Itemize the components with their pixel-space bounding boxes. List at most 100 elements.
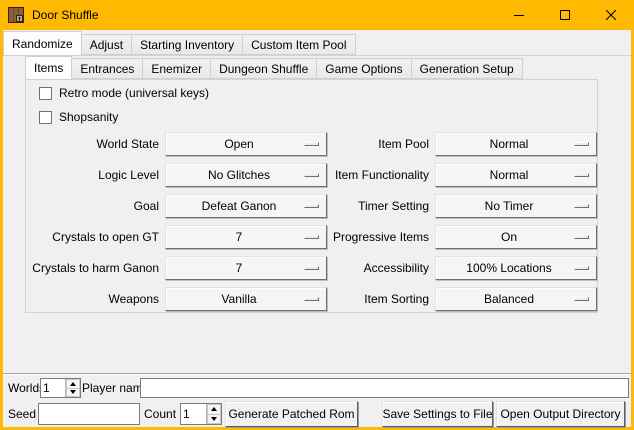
- count-spinner-arrows: [206, 404, 221, 424]
- minimize-button[interactable]: [496, 0, 542, 30]
- raised-bar-icon: [574, 142, 589, 146]
- titlebar: Door Shuffle: [0, 0, 634, 30]
- tab-label: Dungeon Shuffle: [219, 62, 308, 76]
- worlds-value[interactable]: 1: [41, 379, 65, 397]
- option-fields-grid: World State Open Item Pool Normal Logic …: [31, 132, 597, 311]
- tab-label: Generation Setup: [420, 62, 514, 76]
- items-panel: Retro mode (universal keys) Shopsanity W…: [25, 79, 598, 313]
- seed-input[interactable]: [38, 403, 140, 425]
- crystals-open-gt-dropdown[interactable]: 7: [165, 225, 327, 249]
- shopsanity-label: Shopsanity: [59, 110, 118, 124]
- raised-bar-icon: [304, 173, 319, 177]
- worlds-down-button[interactable]: [66, 389, 80, 398]
- down-arrow-icon: [70, 390, 76, 394]
- player-names-input[interactable]: [140, 378, 629, 398]
- door-shuffle-window: Door Shuffle Randomize: [0, 0, 634, 430]
- timer-setting-dropdown[interactable]: No Timer: [435, 194, 597, 218]
- world-state-label: World State: [31, 137, 159, 151]
- window-body: Randomize Adjust Starting Inventory Cust…: [3, 30, 631, 427]
- crystals-harm-ganon-dropdown[interactable]: 7: [165, 256, 327, 280]
- progressive-items-dropdown[interactable]: On: [435, 225, 597, 249]
- accessibility-label: Accessibility: [333, 261, 429, 275]
- tab-randomize[interactable]: Randomize: [3, 31, 82, 56]
- dropdown-value: Normal: [490, 137, 543, 151]
- tab-label: Items: [34, 61, 63, 75]
- item-functionality-dropdown[interactable]: Normal: [435, 163, 597, 187]
- shopsanity-checkbox[interactable]: [39, 111, 52, 124]
- raised-bar-icon: [574, 266, 589, 270]
- raised-bar-icon: [574, 204, 589, 208]
- window-title: Door Shuffle: [32, 8, 99, 22]
- tab-game-options[interactable]: Game Options: [316, 58, 411, 79]
- tab-generation-setup[interactable]: Generation Setup: [411, 58, 523, 79]
- tab-enemizer[interactable]: Enemizer: [142, 58, 211, 79]
- goal-label: Goal: [31, 199, 159, 213]
- tab-label: Starting Inventory: [140, 38, 234, 52]
- open-output-directory-button[interactable]: Open Output Directory: [496, 401, 625, 427]
- dropdown-value: 7: [236, 230, 257, 244]
- count-down-button[interactable]: [207, 415, 221, 425]
- raised-bar-icon: [304, 142, 319, 146]
- progressive-items-label: Progressive Items: [333, 230, 429, 244]
- caption-buttons: [496, 0, 634, 30]
- retro-mode-checkbox[interactable]: [39, 87, 52, 100]
- save-settings-button[interactable]: Save Settings to File: [382, 401, 493, 427]
- dropdown-value: On: [501, 230, 531, 244]
- dropdown-value: Open: [224, 137, 267, 151]
- up-arrow-icon: [211, 407, 217, 411]
- tab-label: Entrances: [80, 62, 134, 76]
- item-functionality-label: Item Functionality: [333, 168, 429, 182]
- weapons-label: Weapons: [31, 292, 159, 306]
- tab-starting-inventory[interactable]: Starting Inventory: [131, 34, 243, 55]
- retro-mode-label: Retro mode (universal keys): [59, 86, 209, 100]
- close-button[interactable]: [588, 0, 634, 30]
- raised-bar-icon: [574, 297, 589, 301]
- crystals-open-gt-label: Crystals to open GT: [31, 230, 159, 244]
- raised-bar-icon: [304, 204, 319, 208]
- logic-level-label: Logic Level: [31, 168, 159, 182]
- raised-bar-icon: [574, 235, 589, 239]
- dropdown-value: Defeat Ganon: [202, 199, 291, 213]
- count-value[interactable]: 1: [181, 404, 206, 424]
- down-arrow-icon: [211, 417, 217, 421]
- worlds-spinbox[interactable]: 1: [40, 378, 81, 398]
- logic-level-dropdown[interactable]: No Glitches: [165, 163, 327, 187]
- door-icon: [8, 7, 24, 23]
- raised-bar-icon: [304, 266, 319, 270]
- goal-dropdown[interactable]: Defeat Ganon: [165, 194, 327, 218]
- item-pool-label: Item Pool: [333, 137, 429, 151]
- raised-bar-icon: [304, 297, 319, 301]
- dropdown-value: Normal: [490, 168, 543, 182]
- dropdown-value: 100% Locations: [466, 261, 565, 275]
- shopsanity-checkbox-row: Shopsanity: [39, 110, 118, 124]
- maximize-button[interactable]: [542, 0, 588, 30]
- tab-entrances[interactable]: Entrances: [71, 58, 143, 79]
- weapons-dropdown[interactable]: Vanilla: [165, 287, 327, 311]
- dropdown-value: No Timer: [485, 199, 548, 213]
- worlds-spinner-arrows: [65, 379, 80, 397]
- tab-adjust[interactable]: Adjust: [81, 34, 132, 55]
- item-pool-dropdown[interactable]: Normal: [435, 132, 597, 156]
- count-label: Count: [144, 403, 176, 425]
- count-spinbox[interactable]: 1: [180, 403, 222, 425]
- maximize-icon: [560, 10, 570, 20]
- worlds-up-button[interactable]: [66, 379, 80, 389]
- generate-patched-rom-button[interactable]: Generate Patched Rom: [225, 401, 358, 427]
- raised-bar-icon: [304, 235, 319, 239]
- tab-items[interactable]: Items: [25, 56, 72, 80]
- tab-label: Randomize: [12, 37, 73, 51]
- world-state-dropdown[interactable]: Open: [165, 132, 327, 156]
- dropdown-value: Vanilla: [221, 292, 270, 306]
- accessibility-dropdown[interactable]: 100% Locations: [435, 256, 597, 280]
- minimize-icon: [514, 10, 524, 20]
- tab-dungeon-shuffle[interactable]: Dungeon Shuffle: [210, 58, 317, 79]
- footer-separator: [3, 373, 631, 375]
- dropdown-value: No Glitches: [208, 168, 284, 182]
- item-sorting-label: Item Sorting: [333, 292, 429, 306]
- close-icon: [606, 10, 616, 20]
- tab-label: Adjust: [90, 38, 123, 52]
- item-sorting-dropdown[interactable]: Balanced: [435, 287, 597, 311]
- tab-label: Game Options: [325, 62, 402, 76]
- count-up-button[interactable]: [207, 404, 221, 415]
- tab-custom-item-pool[interactable]: Custom Item Pool: [242, 34, 355, 55]
